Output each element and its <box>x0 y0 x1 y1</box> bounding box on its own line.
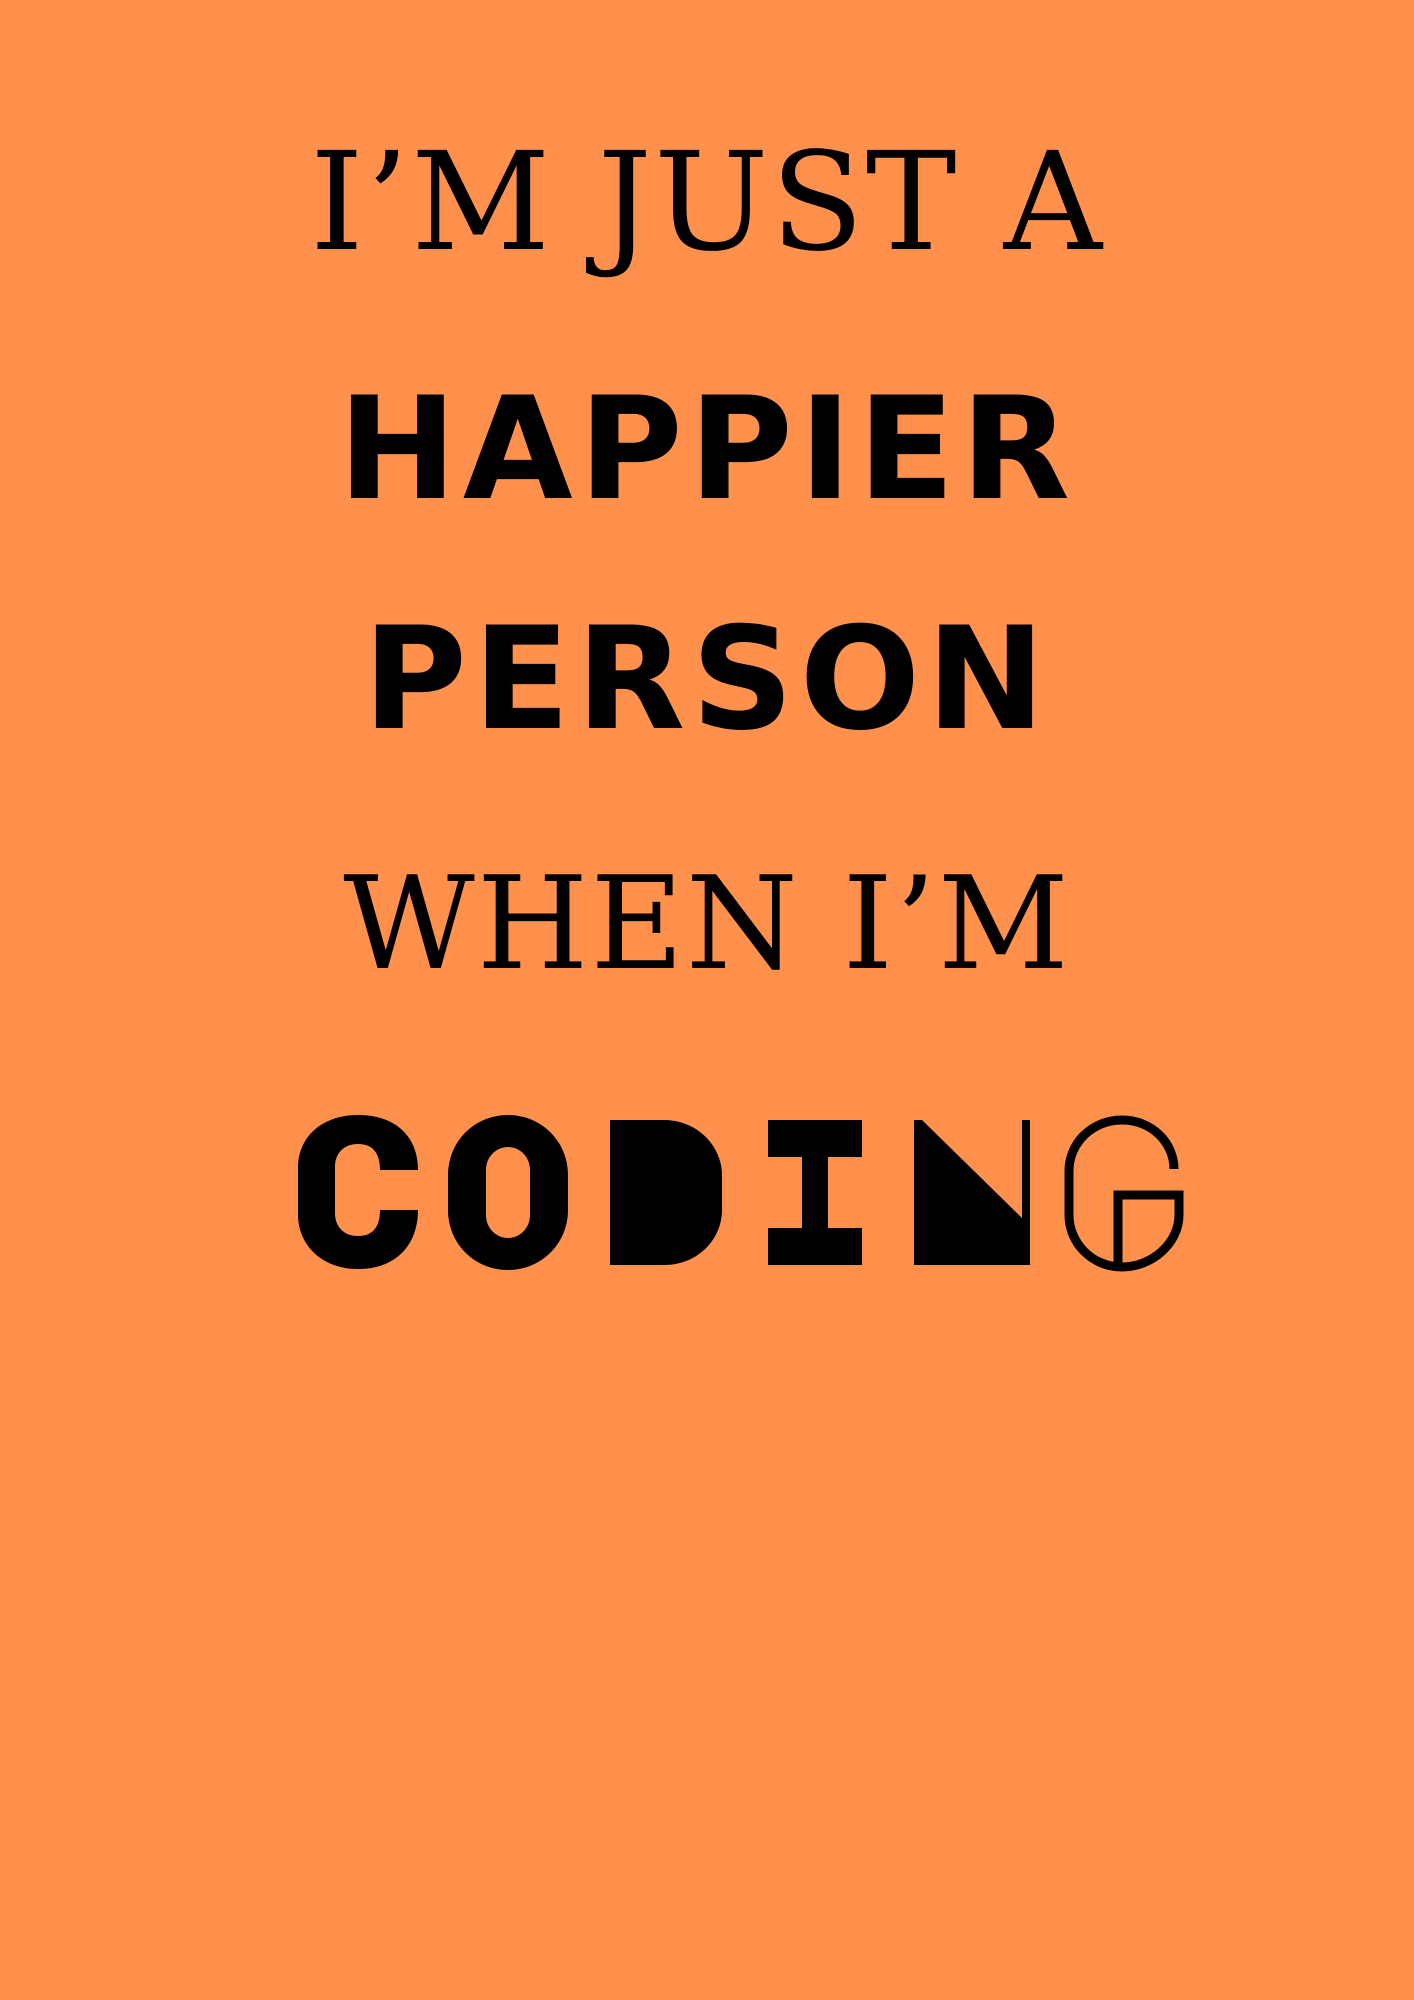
letter-i <box>768 1120 862 1265</box>
letter-c <box>298 1115 418 1269</box>
headline-line-2: HAPPIER <box>337 367 1077 532</box>
letter-d <box>610 1120 722 1265</box>
letter-o <box>448 1115 568 1270</box>
headline-line-3: PERSON <box>362 597 1052 762</box>
headline-line-4: WHEN I’M <box>343 850 1071 999</box>
letter-g <box>1064 1115 1184 1272</box>
headline-line-1: I’M JUST A <box>310 124 1104 282</box>
letter-n <box>914 1120 1030 1265</box>
headline-line-5 <box>286 1115 1186 1275</box>
